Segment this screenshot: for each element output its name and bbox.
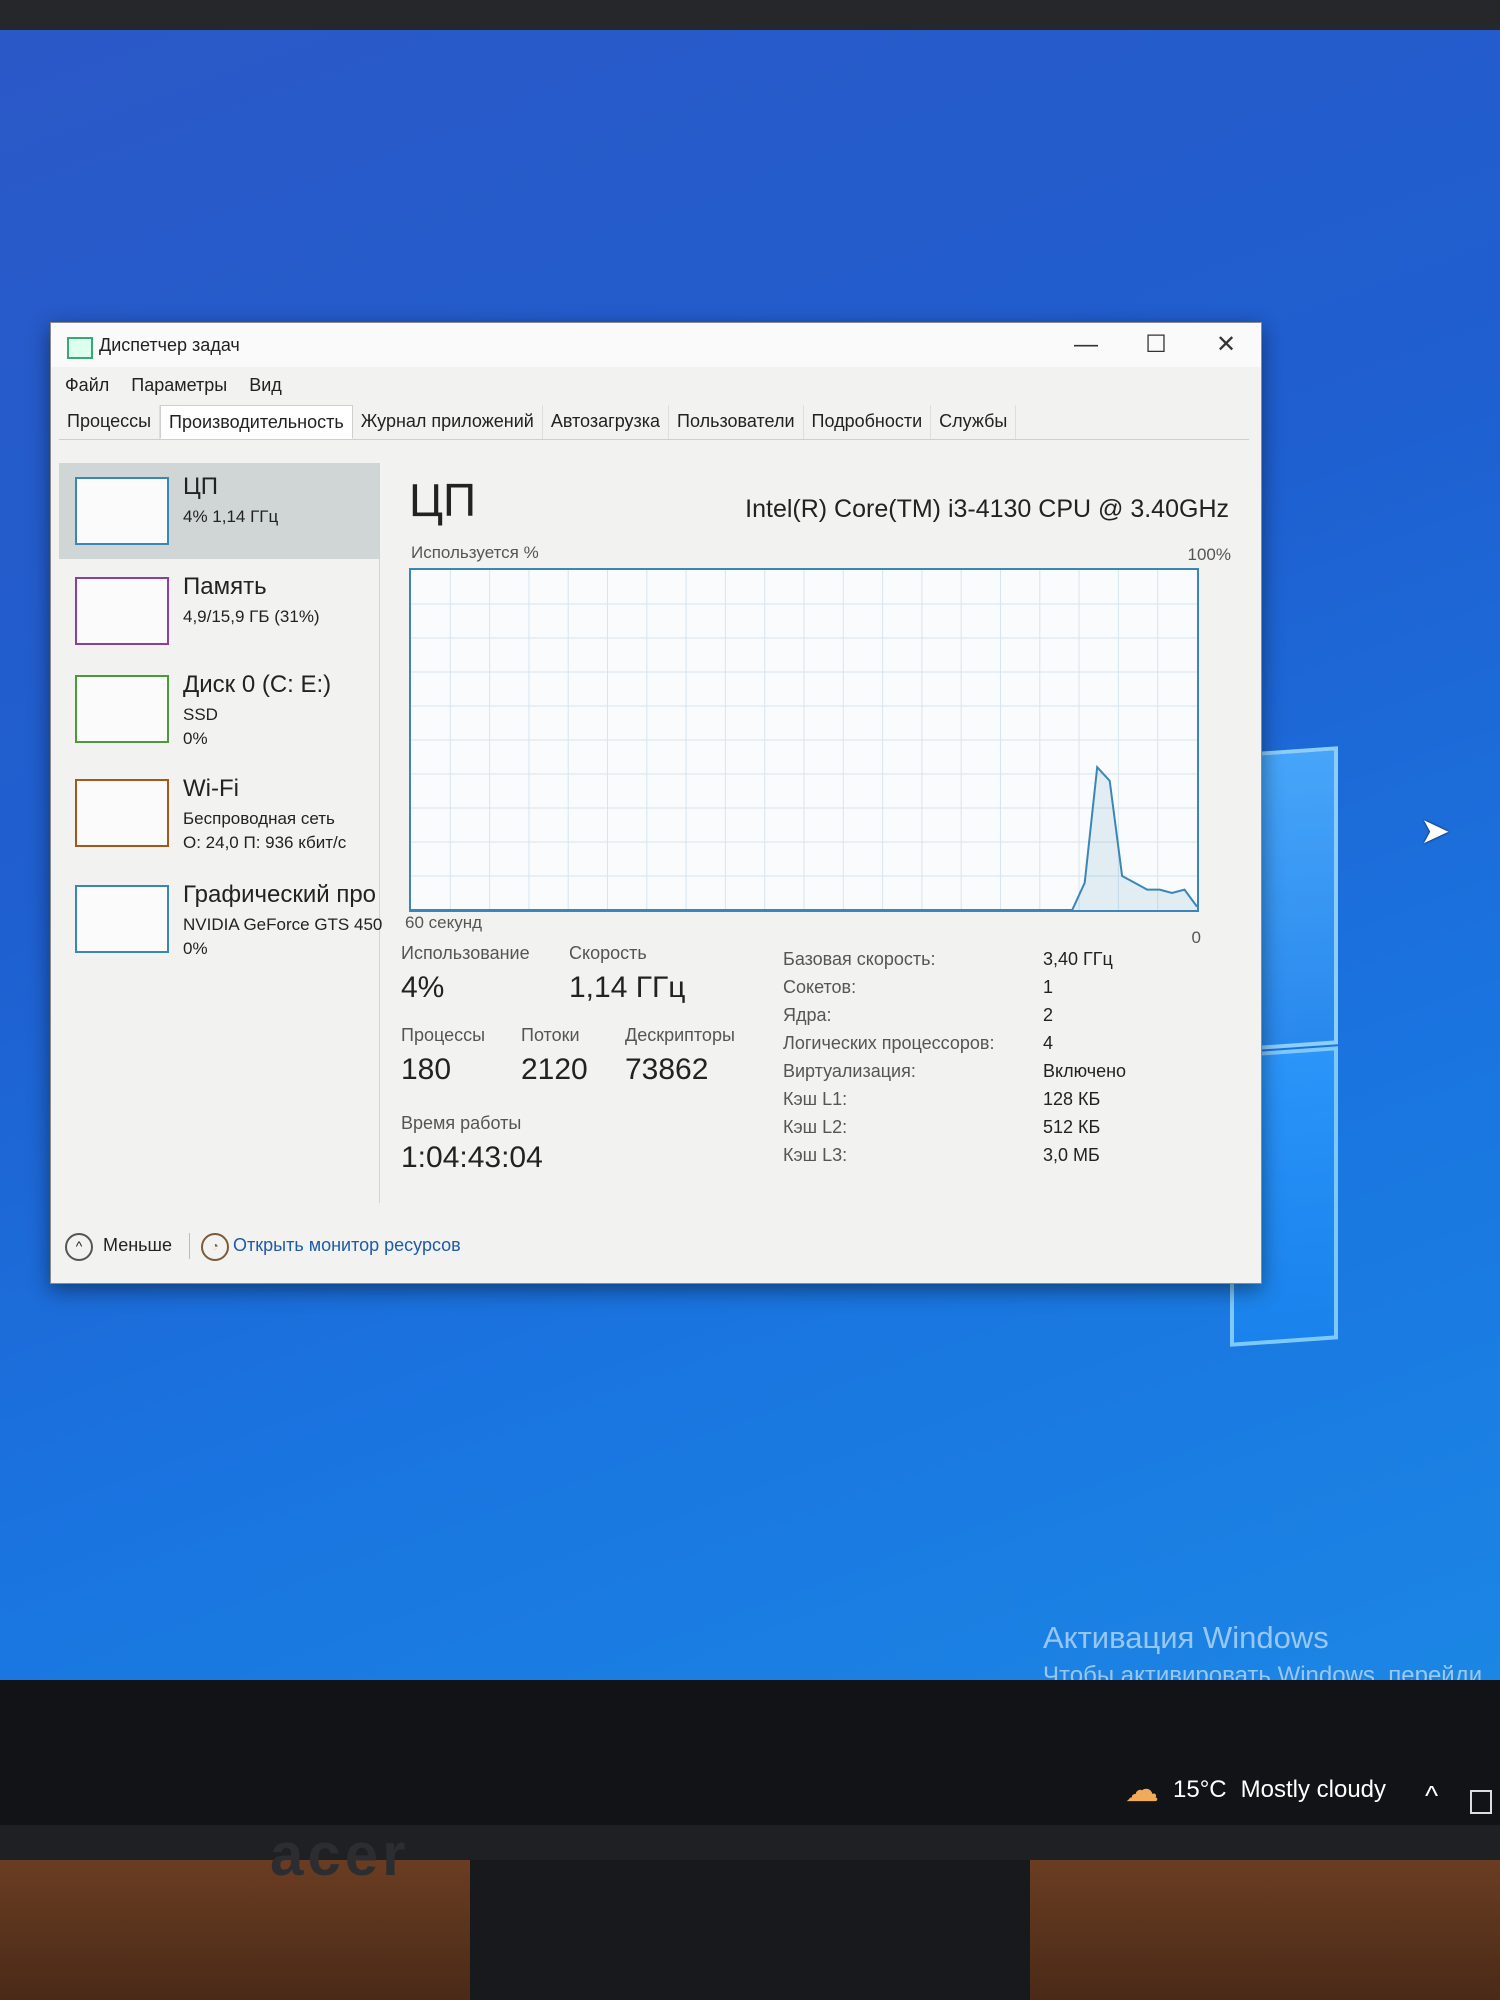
sidebar-item-detail: Беспроводная сеть — [183, 809, 335, 828]
menu-view[interactable]: Вид — [249, 375, 282, 396]
spec-sockets-label: Сокетов: — [783, 977, 857, 997]
task-manager-app-icon — [67, 337, 93, 359]
footer-bar: ^ Меньше ◔ Открыть монитор ресурсов — [51, 1215, 1261, 1275]
graph-max-label: 100% — [1187, 545, 1231, 564]
menu-bar: Файл Параметры Вид — [65, 375, 282, 396]
tab-strip: Процессы Производительность Журнал прило… — [59, 405, 1249, 440]
maximize-button[interactable]: ☐ — [1121, 327, 1191, 363]
monitor-stand — [470, 1860, 1030, 2000]
usage-value: 4% — [401, 971, 445, 1004]
sidebar-item-detail-2: О: 24,0 П: 936 кбит/с — [183, 833, 347, 852]
sidebar-item-label: ЦП — [183, 473, 219, 500]
cpu-thumbnail-graph — [75, 477, 169, 545]
spec-virtualization-label: Виртуализация: — [783, 1061, 916, 1081]
sidebar-item-wifi[interactable]: Wi-Fi Беспроводная сеть О: 24,0 П: 936 к… — [59, 765, 379, 861]
footer-divider — [189, 1233, 190, 1259]
tab-services[interactable]: Службы — [931, 405, 1017, 439]
spec-logical-value: 4 — [1043, 1033, 1054, 1053]
sidebar-item-disk[interactable]: Диск 0 (C: E:) SSD 0% — [59, 661, 379, 757]
weather-temperature: 15°C — [1173, 1776, 1227, 1803]
usage-label: Использование — [401, 943, 530, 963]
spec-virtualization-value: Включено — [1043, 1061, 1127, 1081]
activation-subtitle: Чтобы активировать Windows, перейди — [1043, 1662, 1483, 1680]
resource-monitor-icon[interactable]: ◔ — [201, 1233, 229, 1261]
spec-l1-label: Кэш L1: — [783, 1089, 848, 1109]
graph-y-label: Используется % — [411, 543, 539, 562]
spec-l3-value: 3,0 МБ — [1043, 1145, 1100, 1165]
wifi-thumbnail-graph — [75, 779, 169, 847]
open-resource-monitor-link[interactable]: Открыть монитор ресурсов — [233, 1235, 461, 1256]
menu-file[interactable]: Файл — [65, 375, 109, 396]
sidebar-item-detail: 4,9/15,9 ГБ (31%) — [183, 607, 320, 626]
memory-thumbnail-graph — [75, 577, 169, 645]
chevron-up-icon[interactable]: ^ — [65, 1233, 93, 1261]
cpu-performance-panel: ЦП Intel(R) Core(TM) i3-4130 CPU @ 3.40G… — [401, 473, 1241, 1203]
sidebar-item-detail: NVIDIA GeForce GTS 450 — [183, 915, 383, 934]
sidebar-item-gpu[interactable]: Графический про NVIDIA GeForce GTS 450 0… — [59, 871, 383, 967]
spec-cores-value: 2 — [1043, 1005, 1054, 1025]
sidebar-item-detail: SSD — [183, 705, 218, 724]
graph-min-label: 0 — [1191, 928, 1201, 947]
handles-value: 73862 — [625, 1053, 709, 1086]
speed-value: 1,14 ГГц — [569, 971, 686, 1004]
uptime-label: Время работы — [401, 1113, 522, 1133]
graph-time-label: 60 секунд — [405, 913, 483, 932]
spec-base-speed-value: 3,40 ГГц — [1043, 949, 1113, 969]
sidebar-item-cpu[interactable]: ЦП 4% 1,14 ГГц — [59, 463, 379, 559]
photo-top-edge — [0, 0, 1500, 30]
spec-l2-value: 512 КБ — [1043, 1117, 1101, 1137]
sidebar-item-label: Wi-Fi — [183, 775, 239, 802]
spec-logical-label: Логических процессоров: — [783, 1033, 995, 1053]
processes-label: Процессы — [401, 1025, 486, 1045]
sidebar-item-memory[interactable]: Память 4,9/15,9 ГБ (31%) — [59, 563, 379, 659]
monitor-brand-logo: acer — [270, 1821, 410, 1888]
spec-base-speed-label: Базовая скорость: — [783, 949, 936, 969]
spec-l3-label: Кэш L3: — [783, 1145, 848, 1165]
tab-performance[interactable]: Производительность — [160, 405, 353, 439]
uptime-value: 1:04:43:04 — [401, 1141, 543, 1174]
gpu-thumbnail-graph — [75, 885, 169, 953]
activation-watermark: Активация Windows Чтобы активировать Win… — [1043, 1620, 1482, 1680]
sidebar-item-detail-2: 0% — [183, 729, 208, 748]
threads-value: 2120 — [521, 1053, 588, 1086]
tab-users[interactable]: Пользователи — [669, 405, 804, 439]
tray-notification-icon[interactable] — [1470, 1790, 1492, 1814]
cpu-model-name: Intel(R) Core(TM) i3-4130 CPU @ 3.40GHz — [745, 495, 1229, 523]
disk-thumbnail-graph — [75, 675, 169, 743]
close-button[interactable]: ✕ — [1191, 327, 1261, 363]
speed-label: Скорость — [569, 943, 647, 963]
spec-cores-label: Ядра: — [783, 1005, 832, 1025]
spec-l2-label: Кэш L2: — [783, 1117, 848, 1137]
sidebar-item-label: Диск 0 (C: E:) — [183, 671, 332, 698]
tab-startup[interactable]: Автозагрузка — [543, 405, 670, 439]
minimize-button[interactable]: — — [1051, 327, 1121, 363]
tab-details[interactable]: Подробности — [804, 405, 932, 439]
menu-options[interactable]: Параметры — [131, 375, 227, 396]
sidebar-item-label: Графический про — [183, 881, 377, 908]
title-bar[interactable]: Диспетчер задач — ☐ ✕ — [51, 323, 1261, 367]
window-title: Диспетчер задач — [99, 335, 240, 355]
sidebar-item-detail: 4% 1,14 ГГц — [183, 507, 279, 526]
mouse-cursor-icon: ➤ — [1420, 810, 1451, 851]
handles-label: Дескрипторы — [625, 1025, 735, 1045]
sidebar-item-detail-2: 0% — [183, 939, 208, 958]
spec-sockets-value: 1 — [1043, 977, 1054, 997]
weather-condition: Mostly cloudy — [1240, 1776, 1387, 1803]
weather-widget[interactable]: ☁ 15°C Mostly cloudy — [1125, 1770, 1386, 1810]
tray-chevron-up-icon[interactable]: ^ — [1425, 1780, 1438, 1812]
task-manager-window: Диспетчер задач — ☐ ✕ Файл Параметры Вид… — [50, 322, 1262, 1284]
processes-value: 180 — [401, 1053, 452, 1086]
page-title: ЦП — [409, 474, 477, 526]
resource-sidebar: ЦП 4% 1,14 ГГц Память 4,9/15,9 ГБ (31%) … — [59, 463, 383, 1203]
tab-app-history[interactable]: Журнал приложений — [353, 405, 543, 439]
fewer-details-button[interactable]: Меньше — [103, 1235, 172, 1256]
activation-title: Активация Windows — [1043, 1620, 1329, 1655]
threads-label: Потоки — [521, 1025, 580, 1045]
cloud-sun-icon: ☁ — [1125, 1771, 1159, 1809]
tab-processes[interactable]: Процессы — [59, 405, 161, 439]
spec-l1-value: 128 КБ — [1043, 1089, 1101, 1109]
cpu-usage-graph — [409, 568, 1199, 912]
sidebar-item-label: Память — [183, 573, 267, 600]
